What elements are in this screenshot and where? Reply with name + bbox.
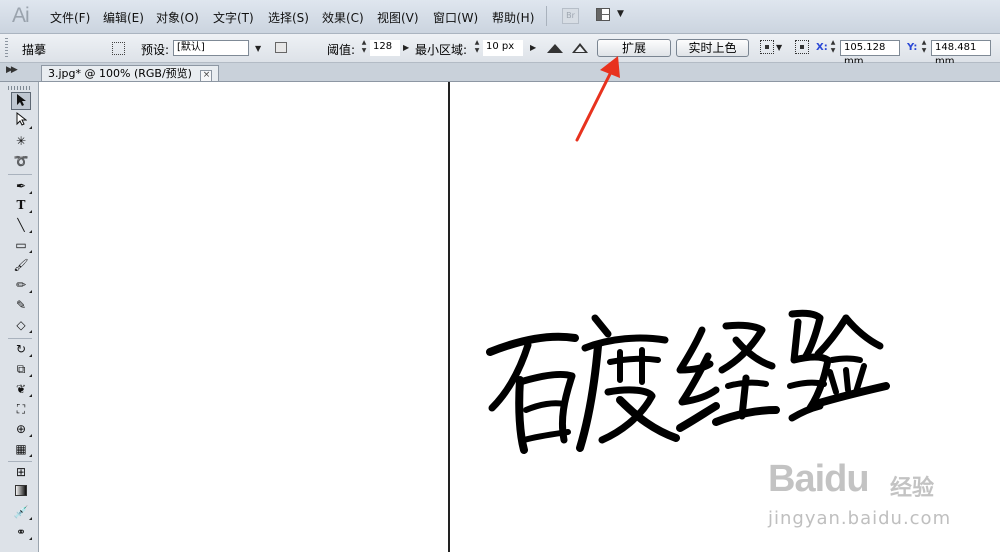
min-area-input[interactable]: 10 px bbox=[483, 40, 523, 56]
type-tool-icon[interactable]: T bbox=[11, 196, 32, 214]
magic-wand-tool-icon[interactable]: ✳ bbox=[11, 132, 31, 150]
menu-file[interactable]: 文件(F) bbox=[50, 9, 90, 26]
x-label: X: bbox=[816, 42, 828, 53]
baidu-watermark: Baidu 经验 jingyan.baidu.com bbox=[762, 440, 1000, 552]
chevron-down-icon[interactable]: ▼ bbox=[617, 9, 624, 19]
threshold-stepper[interactable]: ▲ ▼ bbox=[360, 39, 368, 55]
chevron-right-icon[interactable]: ▶ bbox=[530, 43, 536, 52]
x-position-input[interactable]: 105.128 mm bbox=[840, 40, 900, 67]
live-paint-button[interactable]: 实时上色 bbox=[676, 39, 749, 57]
control-bar: 描摹 预设: [默认] ▼ 阈值: ▲ ▼ 128 ▶ 最小区域: ▲ ▼ 10 p… bbox=[0, 34, 1000, 67]
grip-handle[interactable] bbox=[5, 38, 8, 58]
rotate-tool-icon[interactable]: ↻ bbox=[11, 340, 32, 358]
pencil-tool-icon[interactable]: ✏ bbox=[11, 276, 32, 294]
menu-view[interactable]: 视图(V) bbox=[377, 9, 419, 26]
tracing-preset-icon[interactable] bbox=[275, 42, 287, 53]
shape-builder-tool-icon[interactable]: ⊕ bbox=[11, 420, 32, 438]
pen-tool-icon[interactable]: ✒ bbox=[11, 177, 32, 195]
tool-separator bbox=[8, 174, 32, 175]
menu-effect[interactable]: 效果(C) bbox=[322, 9, 364, 26]
chevron-down-icon[interactable]: ▼ bbox=[776, 43, 782, 52]
watermark-cn: 经验 bbox=[890, 476, 935, 501]
tracing-options-icon[interactable] bbox=[112, 42, 125, 55]
watermark-url: jingyan.baidu.com bbox=[768, 508, 952, 529]
tool-separator bbox=[8, 461, 32, 462]
menu-bar: Ai 文件(F) 编辑(E) 对象(O) 文字(T) 选择(S) 效果(C) 视… bbox=[0, 0, 1000, 34]
chevron-down-icon[interactable]: ▼ bbox=[255, 44, 261, 53]
app-logo: Ai bbox=[12, 4, 30, 27]
y-stepper[interactable]: ▲ ▼ bbox=[920, 39, 928, 55]
tab-title: 3.jpg* @ 100% (RGB/预览) bbox=[48, 67, 192, 80]
selection-tool-icon[interactable] bbox=[11, 92, 31, 110]
bridge-icon[interactable]: Br bbox=[562, 8, 579, 24]
eyedropper-tool-icon[interactable]: 💉 bbox=[11, 503, 32, 521]
menu-help[interactable]: 帮助(H) bbox=[492, 9, 534, 26]
preset-label: 预设: bbox=[141, 43, 170, 57]
warp-tool-icon[interactable]: ❦ bbox=[11, 380, 32, 398]
blob-brush-tool-icon[interactable]: ✎ bbox=[11, 296, 31, 314]
gradient-tool-icon[interactable] bbox=[11, 483, 31, 501]
direct-selection-tool-icon[interactable] bbox=[11, 111, 32, 130]
tools-panel: ✳ ➰ ✒ T ╲ ▭ 🖌 ✏ ✎ ◇ ↻ ⧉ ❦ ⛶ ⊕ ▦ ⊞ 💉 ⚭ bbox=[0, 82, 39, 552]
menu-object[interactable]: 对象(O) bbox=[156, 9, 199, 26]
document-tab-strip: ▶▶ 3.jpg* @ 100% (RGB/预览) × bbox=[0, 63, 1000, 82]
line-tool-icon[interactable]: ╲ bbox=[11, 216, 32, 234]
eraser-tool-icon[interactable]: ◇ bbox=[11, 316, 32, 334]
menu-select[interactable]: 选择(S) bbox=[268, 9, 309, 26]
calligraphy-artwork[interactable] bbox=[480, 300, 890, 460]
annotation-arrow-icon bbox=[575, 56, 620, 142]
panel-collapse-icon[interactable]: ▶▶ bbox=[6, 65, 18, 75]
watermark-logo: Baidu bbox=[768, 458, 870, 500]
free-transform-tool-icon[interactable]: ⛶ bbox=[11, 400, 31, 418]
menu-separator bbox=[546, 6, 547, 26]
lasso-tool-icon[interactable]: ➰ bbox=[11, 152, 31, 170]
reference-point-icon[interactable] bbox=[760, 40, 774, 54]
rectangle-tool-icon[interactable]: ▭ bbox=[11, 236, 32, 254]
align-icon[interactable] bbox=[795, 40, 809, 54]
perspective-grid-tool-icon[interactable]: ▦ bbox=[11, 440, 32, 458]
min-area-stepper[interactable]: ▲ ▼ bbox=[473, 39, 481, 55]
x-stepper[interactable]: ▲ ▼ bbox=[829, 39, 837, 55]
raster-view-icon[interactable] bbox=[547, 44, 563, 53]
tab-document[interactable]: 3.jpg* @ 100% (RGB/预览) × bbox=[41, 65, 220, 82]
chevron-right-icon[interactable]: ▶ bbox=[403, 43, 409, 52]
mesh-tool-icon[interactable]: ⊞ bbox=[11, 463, 31, 481]
workspace-layout-icon[interactable] bbox=[596, 8, 610, 21]
y-label: Y: bbox=[907, 42, 918, 53]
threshold-input[interactable]: 128 bbox=[370, 40, 400, 56]
blend-tool-icon[interactable]: ⚭ bbox=[11, 523, 32, 541]
trace-title: 描摹 bbox=[22, 43, 47, 57]
menu-edit[interactable]: 编辑(E) bbox=[103, 9, 144, 26]
tool-separator bbox=[8, 338, 32, 339]
close-icon[interactable]: × bbox=[200, 70, 213, 82]
preset-select[interactable]: [默认] bbox=[173, 40, 249, 56]
paintbrush-tool-icon[interactable]: 🖌 bbox=[11, 256, 31, 274]
min-area-label: 最小区域: bbox=[415, 43, 468, 57]
menu-type[interactable]: 文字(T) bbox=[213, 9, 254, 26]
menu-window[interactable]: 窗口(W) bbox=[433, 9, 478, 26]
y-position-input[interactable]: 148.481 mm bbox=[931, 40, 991, 67]
panel-grip[interactable] bbox=[8, 86, 32, 90]
artboard-boundary bbox=[448, 82, 450, 552]
scale-tool-icon[interactable]: ⧉ bbox=[11, 360, 32, 378]
threshold-label: 阈值: bbox=[327, 43, 356, 57]
